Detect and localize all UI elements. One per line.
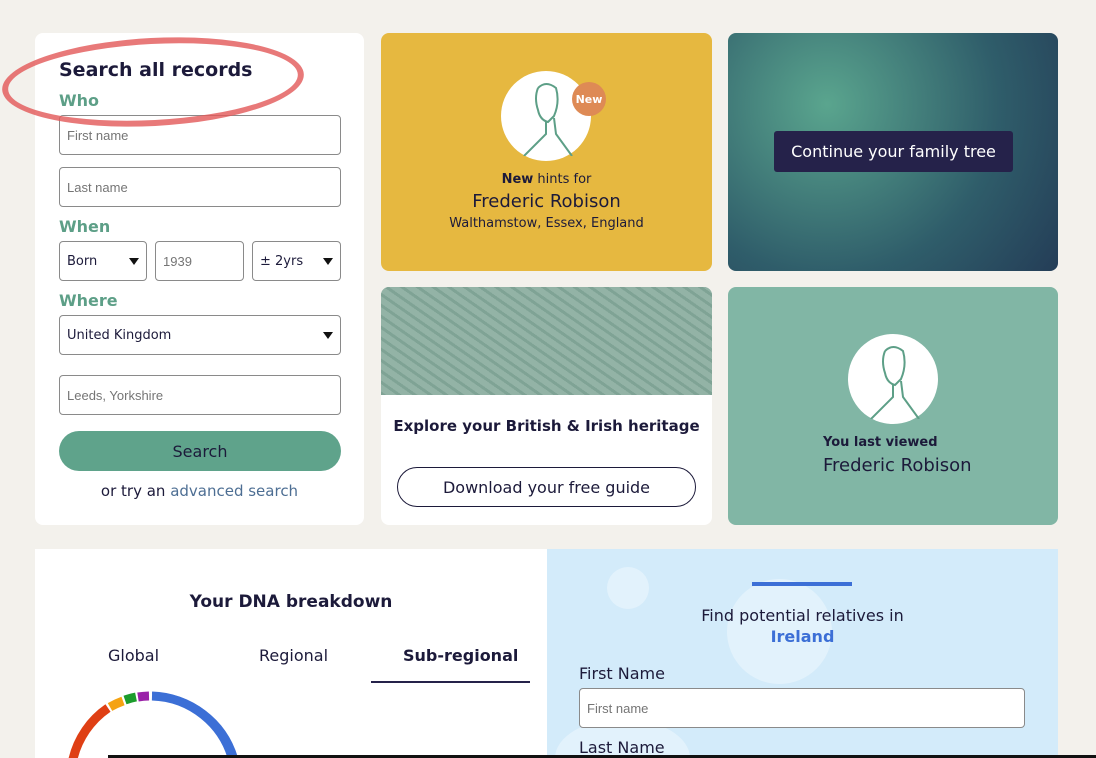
hints-for-text: hints for: [533, 172, 592, 187]
year-input[interactable]: [155, 241, 244, 281]
born-select[interactable]: Born: [59, 241, 147, 281]
new-badge: New: [572, 82, 606, 116]
first-name-label: First Name: [579, 664, 665, 683]
dna-donut: [68, 691, 238, 758]
country-select[interactable]: United Kingdom: [59, 315, 341, 355]
person-icon: [523, 83, 573, 156]
avatar: [848, 334, 938, 424]
donut-segment-red: [68, 704, 111, 758]
advanced-search-line: or try an advanced search: [35, 482, 364, 500]
hint-person-place: Walthamstow, Essex, England: [449, 216, 644, 231]
find-relatives-panel: Find potential relatives in Ireland Firs…: [547, 549, 1058, 758]
search-title: Search all records: [59, 59, 253, 81]
person-icon: [870, 346, 920, 419]
avatar: [501, 71, 591, 161]
new-text: New: [501, 172, 534, 187]
relative-first-name-input[interactable]: [579, 688, 1025, 728]
last-viewed-card[interactable]: You last viewed Frederic Robison: [728, 287, 1058, 525]
donut-segment-orange: [107, 696, 125, 711]
decorative-bubble: [607, 567, 649, 609]
search-records-card: Search all records Who When Born ± 2yrs …: [35, 33, 364, 525]
last-viewed-name: Frederic Robison: [823, 455, 972, 476]
who-label: Who: [59, 91, 100, 110]
advanced-search-link[interactable]: advanced search: [170, 482, 298, 500]
new-hints-card[interactable]: New New hints for Frederic Robison Walth…: [381, 33, 712, 271]
family-tree-card: Continue your family tree: [728, 33, 1058, 271]
tab-regional[interactable]: Regional: [259, 646, 328, 665]
relatives-country: Ireland: [770, 627, 835, 646]
tab-sub-regional[interactable]: Sub-regional: [403, 646, 518, 665]
heritage-title: Explore your British & Irish heritage: [393, 417, 700, 435]
first-name-input[interactable]: [59, 115, 341, 155]
or-try-text: or try an: [100, 482, 171, 500]
born-value: Born: [67, 253, 98, 269]
range-select[interactable]: ± 2yrs: [252, 241, 341, 281]
dna-title: Your DNA breakdown: [189, 592, 393, 612]
last-name-input[interactable]: [59, 167, 341, 207]
place-input[interactable]: [59, 375, 341, 415]
tab-global[interactable]: Global: [108, 646, 159, 665]
continue-family-tree-button[interactable]: Continue your family tree: [774, 131, 1013, 172]
download-guide-button[interactable]: Download your free guide: [397, 467, 696, 507]
when-label: When: [59, 217, 111, 236]
heritage-card: Explore your British & Irish heritage Do…: [381, 287, 712, 525]
dna-breakdown-panel: Your DNA breakdown Global Regional Sub-r…: [35, 549, 547, 758]
country-value: United Kingdom: [67, 327, 172, 343]
chevron-down-icon: [323, 331, 333, 339]
last-viewed-label: You last viewed: [823, 435, 938, 450]
chevron-down-icon: [323, 257, 333, 265]
relatives-text: Find potential relatives in: [701, 606, 904, 625]
chevron-down-icon: [129, 257, 139, 265]
search-button[interactable]: Search: [59, 431, 341, 471]
range-value: ± 2yrs: [260, 253, 304, 269]
accent-bar: [752, 582, 852, 586]
hint-person-name: Frederic Robison: [472, 191, 621, 212]
where-label: Where: [59, 291, 118, 310]
map-image: [381, 287, 712, 395]
donut-segment-green: [123, 692, 137, 705]
active-tab-underline: [371, 681, 530, 683]
donut-segment-purple: [137, 691, 150, 702]
